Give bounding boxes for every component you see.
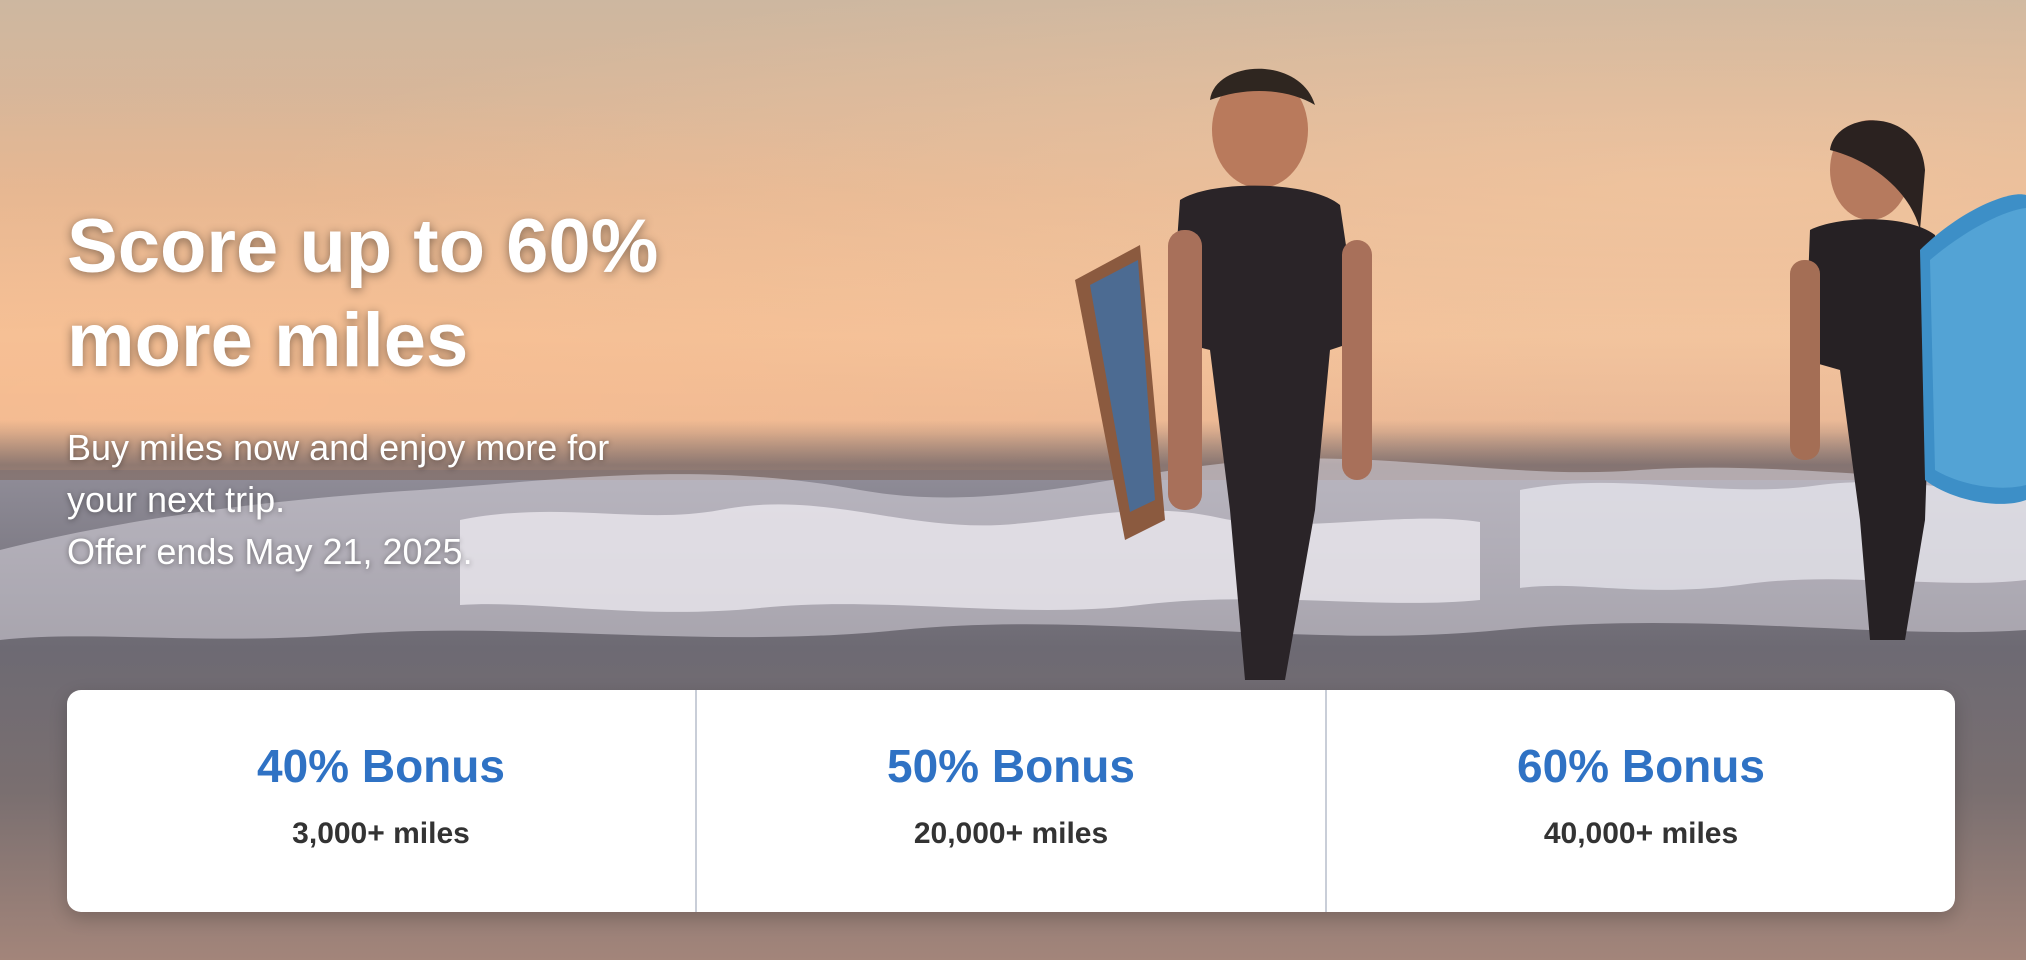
hero-subtext: Buy miles now and enjoy more for your ne… <box>67 422 707 578</box>
offer-end-date: Offer ends May 21, 2025. <box>67 531 473 572</box>
surfer-woman <box>1790 120 2026 640</box>
bonus-tier-title: 40% Bonus <box>257 740 505 792</box>
bonus-tier-miles: 20,000+ miles <box>913 817 1109 850</box>
hero-subtext-line: your next trip. <box>67 479 286 520</box>
surfer-man <box>1075 68 1372 680</box>
bonus-tier-50[interactable]: 50% Bonus 20,000+ miles <box>695 690 1325 912</box>
bonus-offers-card: 40% Bonus 3,000+ miles 50% Bonus 20,000+… <box>67 690 1955 912</box>
bonus-tier-40[interactable]: 40% Bonus 3,000+ miles <box>67 690 695 912</box>
bonus-tier-miles: 3,000+ miles <box>292 817 470 850</box>
bonus-tier-title: 50% Bonus <box>887 740 1135 792</box>
bonus-tier-title: 60% Bonus <box>1517 740 1765 792</box>
hero-subtext-line: Buy miles now and enjoy more for <box>67 427 610 468</box>
hero-banner: Score up to 60% more miles Buy miles now… <box>0 0 2026 960</box>
bonus-tier-miles: 40,000+ miles <box>1543 817 1739 850</box>
page-title: Score up to 60% more miles <box>67 204 659 383</box>
bonus-tier-60[interactable]: 60% Bonus 40,000+ miles <box>1325 690 1955 912</box>
